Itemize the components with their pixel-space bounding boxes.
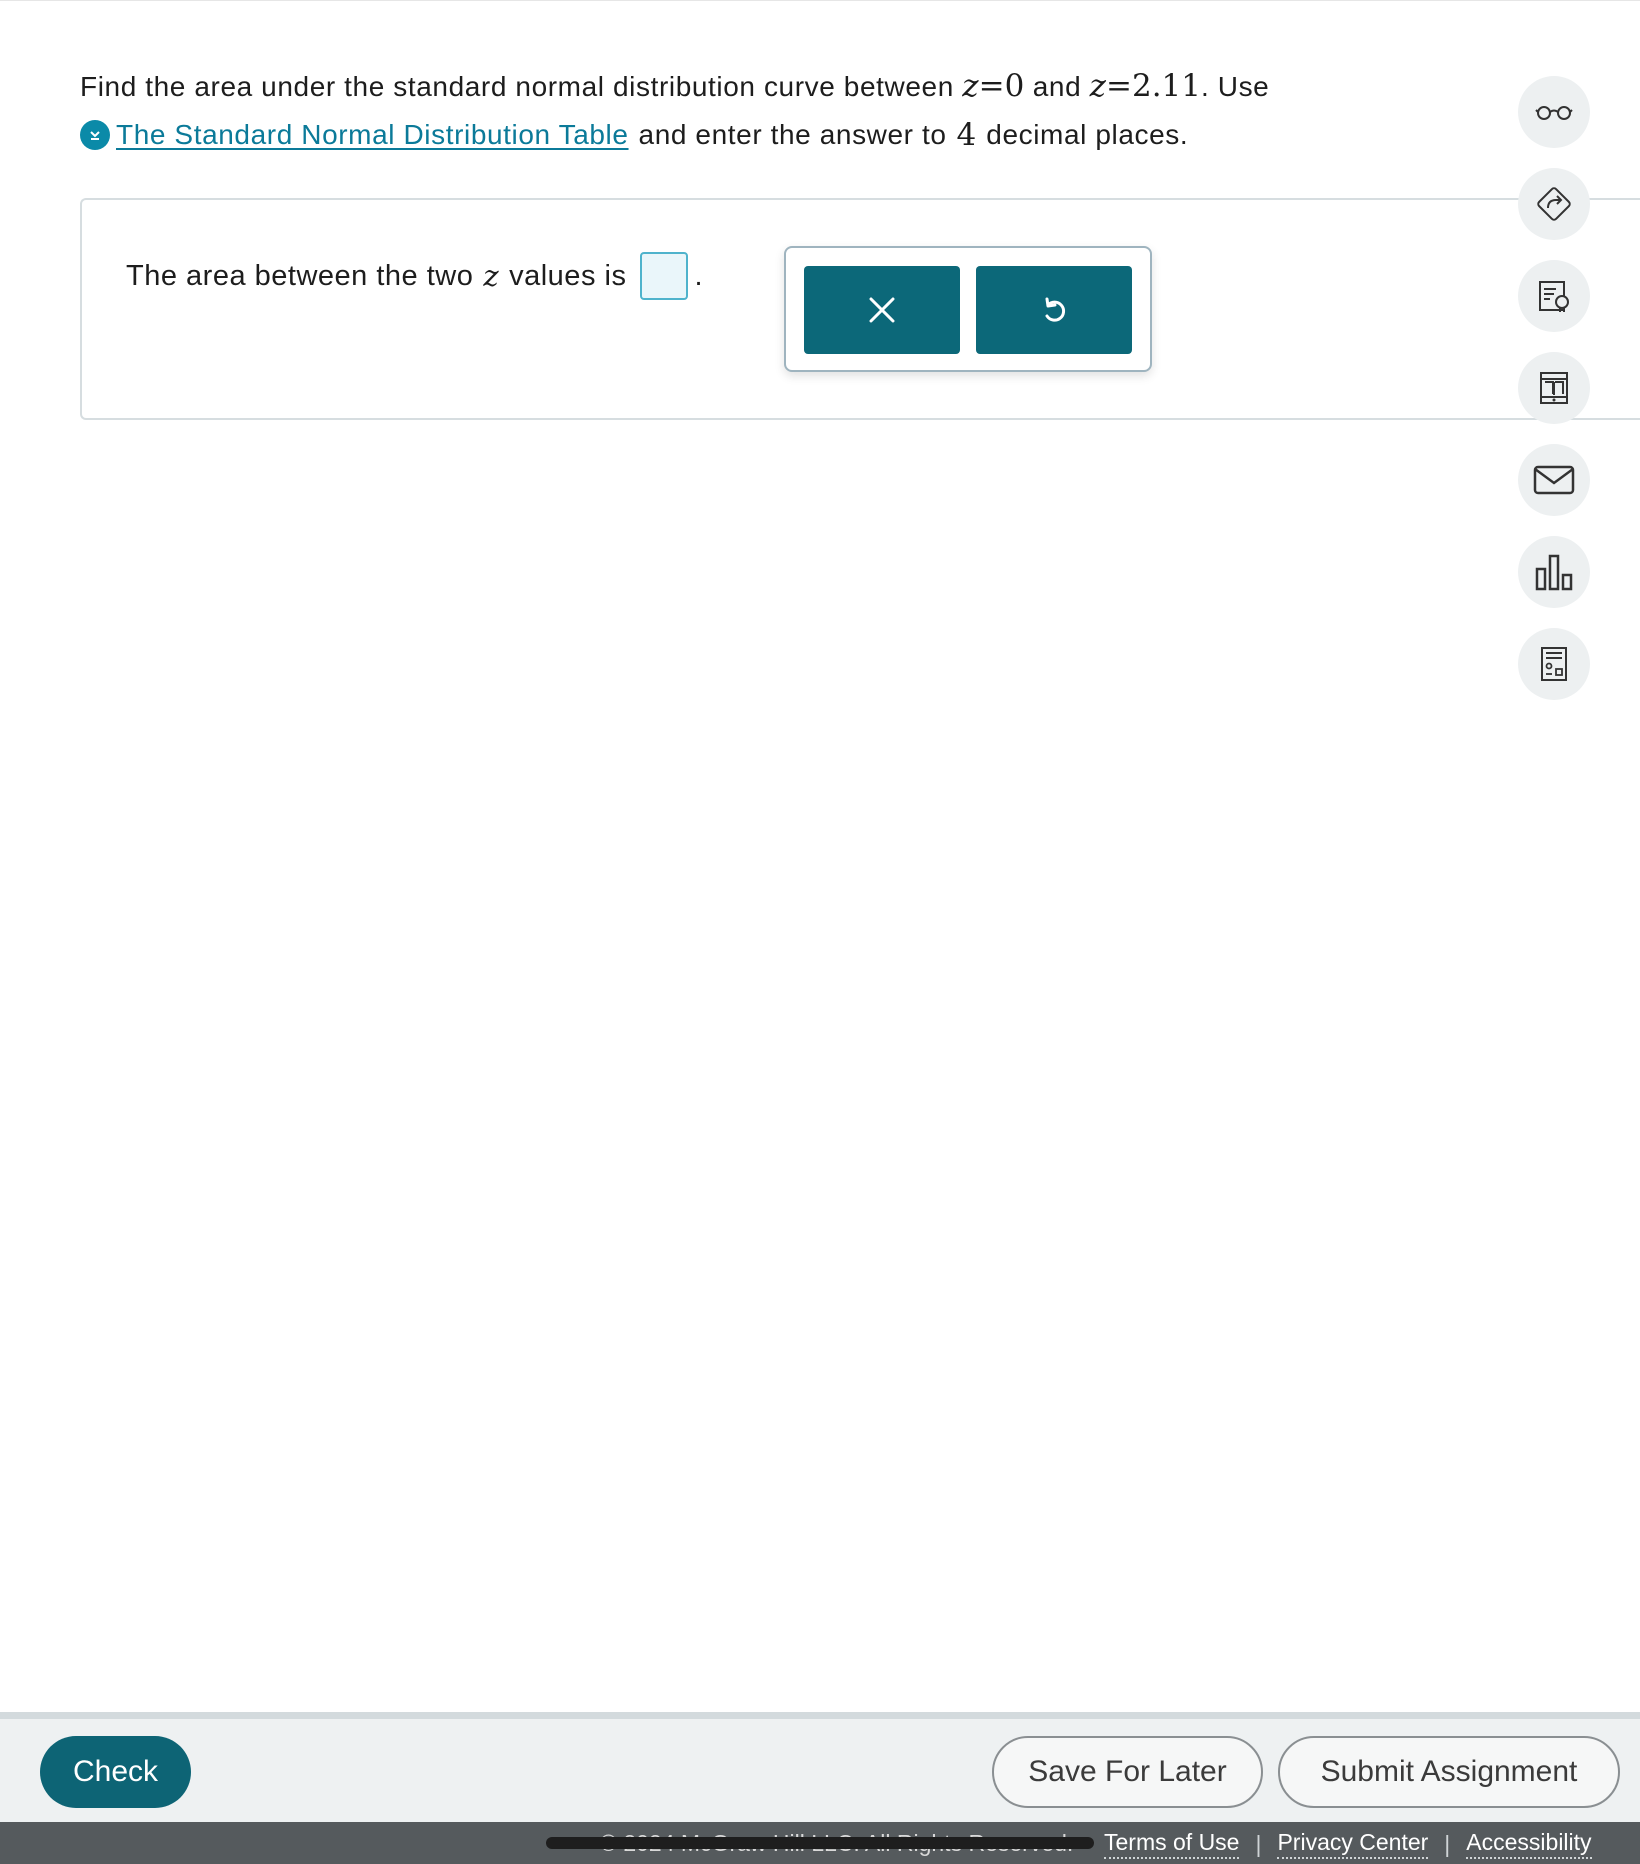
footer-links: Terms of Use | Privacy Center | Accessib… bbox=[1104, 1829, 1592, 1859]
hint-icon bbox=[1539, 281, 1569, 312]
accessibility-link[interactable]: Accessibility bbox=[1466, 1829, 1592, 1859]
places-text: decimal places. bbox=[986, 119, 1189, 150]
horizontal-scrollbar[interactable] bbox=[546, 1837, 1094, 1849]
directions-button[interactable] bbox=[1518, 168, 1590, 240]
answer-period: . bbox=[694, 259, 703, 292]
footer-separator: | bbox=[1255, 1830, 1262, 1857]
question-suffix: and enter the answer to bbox=[638, 119, 947, 150]
stats-icon bbox=[1535, 554, 1573, 591]
expand-chevron-icon[interactable] bbox=[80, 120, 110, 150]
question-prompt: Find the area under the standard normal … bbox=[80, 62, 1269, 159]
close-icon bbox=[869, 297, 895, 323]
save-for-later-button[interactable]: Save For Later bbox=[992, 1736, 1263, 1808]
privacy-center-link[interactable]: Privacy Center bbox=[1277, 1829, 1429, 1859]
question-use: . Use bbox=[1201, 71, 1270, 102]
question-intro: Find the area under the standard normal … bbox=[80, 71, 954, 102]
answer-input[interactable] bbox=[640, 252, 689, 300]
calculator-button[interactable] bbox=[1518, 628, 1590, 700]
input-tools-popover bbox=[784, 246, 1152, 372]
places-number: 4 bbox=[956, 117, 977, 153]
z-var-2: z bbox=[1089, 68, 1106, 104]
normal-distribution-table-link[interactable]: The Standard Normal Distribution Table bbox=[116, 111, 629, 159]
z-equals-2-11: z=2.11 bbox=[1090, 68, 1201, 104]
eq-sign-1: = bbox=[978, 68, 1005, 104]
question-line-1: Find the area under the standard normal … bbox=[80, 62, 1269, 111]
eq-sign-2: = bbox=[1105, 68, 1132, 104]
undo-button[interactable] bbox=[976, 266, 1132, 354]
directions-icon bbox=[1537, 187, 1571, 221]
terms-of-use-link[interactable]: Terms of Use bbox=[1104, 1829, 1240, 1859]
top-divider bbox=[0, 0, 1640, 1]
undo-icon bbox=[1045, 297, 1066, 322]
calculator-icon bbox=[1541, 647, 1567, 681]
read-aloud-button[interactable] bbox=[1518, 76, 1590, 148]
answer-z-var: z bbox=[483, 259, 500, 293]
glasses-icon bbox=[1535, 106, 1573, 120]
hint-button[interactable] bbox=[1518, 260, 1590, 332]
ebook-button[interactable] bbox=[1518, 352, 1590, 424]
z-value-2: 2.11 bbox=[1131, 68, 1201, 104]
mail-icon bbox=[1533, 465, 1575, 495]
z-var-1: z bbox=[962, 68, 979, 104]
ebook-icon bbox=[1540, 372, 1568, 404]
clear-button[interactable] bbox=[804, 266, 960, 354]
question-line-2: The Standard Normal Distribution Table a… bbox=[80, 111, 1269, 159]
answer-suffix: values is bbox=[509, 259, 627, 292]
footer-separator: | bbox=[1444, 1830, 1451, 1857]
z-value-1: 0 bbox=[1004, 68, 1025, 104]
submit-assignment-button[interactable]: Submit Assignment bbox=[1278, 1736, 1620, 1808]
answer-sentence: The area between the two z values is . bbox=[126, 252, 703, 300]
progress-button[interactable] bbox=[1518, 536, 1590, 608]
footer: © 2024 McGraw Hill LLC. All Rights Reser… bbox=[0, 1822, 1640, 1864]
z-equals-0: z=0 bbox=[962, 68, 1024, 104]
message-button[interactable] bbox=[1518, 444, 1590, 516]
question-and: and bbox=[1032, 71, 1082, 102]
answer-prefix: The area between the two bbox=[126, 259, 474, 292]
check-button[interactable]: Check bbox=[40, 1736, 191, 1808]
